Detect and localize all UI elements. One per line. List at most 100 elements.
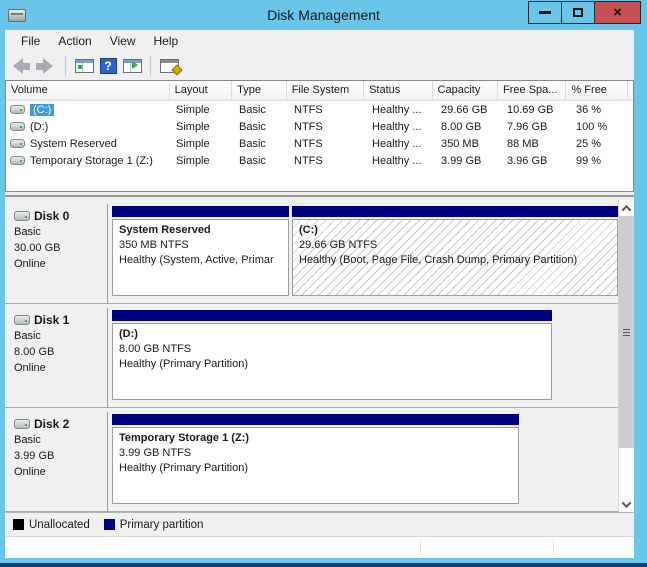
partition-size: 29.66 GB NTFS xyxy=(299,238,617,253)
column-header-pct-free[interactable]: % Free xyxy=(566,81,628,100)
volume-type: Basic xyxy=(234,155,289,167)
legend-label-unallocated: Unallocated xyxy=(29,519,90,531)
legend-bar: Unallocated Primary partition xyxy=(5,512,634,536)
disk-management-window: Disk Management × File Action View Help xyxy=(0,0,647,567)
minimize-button[interactable] xyxy=(528,1,562,24)
disk-0-graphic: System Reserved 350 MB NTFS Healthy (Sys… xyxy=(108,204,618,303)
maximize-icon xyxy=(573,8,583,17)
chevron-down-icon xyxy=(622,498,632,508)
disk-type: Basic xyxy=(14,328,107,344)
volume-list-header: Volume Layout Type File System Status Ca… xyxy=(6,81,633,101)
scroll-up-button[interactable] xyxy=(619,200,634,216)
volume-file-system: NTFS xyxy=(289,155,367,167)
titlebar[interactable]: Disk Management × xyxy=(0,0,647,30)
partition-title: System Reserved xyxy=(119,223,288,238)
volume-layout: Simple xyxy=(171,121,234,133)
disk-icon xyxy=(14,419,30,429)
toolbar: ? xyxy=(5,52,634,80)
scroll-down-button[interactable] xyxy=(619,496,634,512)
menu-item-view[interactable]: View xyxy=(101,32,145,50)
back-icon xyxy=(13,58,23,74)
show-action-pane-button[interactable] xyxy=(120,55,144,77)
column-header-file-system[interactable]: File System xyxy=(287,81,364,100)
menu-item-action[interactable]: Action xyxy=(49,32,100,50)
volume-status: Healthy ... xyxy=(367,104,436,116)
close-button[interactable]: × xyxy=(594,1,641,24)
volume-row-c[interactable]: (C:) Simple Basic NTFS Healthy ... 29.66… xyxy=(6,101,633,118)
volume-name: (D:) xyxy=(30,121,48,133)
back-button[interactable] xyxy=(13,58,30,74)
volume-row-system-reserved[interactable]: System Reserved Simple Basic NTFS Health… xyxy=(6,135,633,152)
forward-icon-shaft xyxy=(36,63,43,70)
disk-type: Basic xyxy=(14,432,107,448)
column-header-type[interactable]: Type xyxy=(232,81,287,100)
disk-row-1: Disk 1 Basic 8.00 GB Online (D:) 8.00 GB… xyxy=(5,304,618,408)
disk-capacity: 8.00 GB xyxy=(14,344,107,360)
volume-pct-free: 36 % xyxy=(571,104,633,116)
column-header-capacity[interactable]: Capacity xyxy=(433,81,498,100)
back-icon-shaft xyxy=(23,63,30,70)
volume-type: Basic xyxy=(234,104,289,116)
partition-c[interactable]: (C:) 29.66 GB NTFS Healthy (Boot, Page F… xyxy=(292,206,618,296)
volume-row-temporary-storage[interactable]: Temporary Storage 1 (Z:) Simple Basic NT… xyxy=(6,152,633,169)
disk-2-graphic: Temporary Storage 1 (Z:) 3.99 GB NTFS He… xyxy=(108,412,618,511)
status-bar xyxy=(5,536,634,558)
partition-title: (D:) xyxy=(119,327,551,342)
disk-0-label[interactable]: Disk 0 Basic 30.00 GB Online xyxy=(8,204,108,303)
volume-capacity: 3.99 GB xyxy=(436,155,502,167)
console-options-button[interactable] xyxy=(157,55,181,77)
disk-1-graphic: (D:) 8.00 GB NTFS Healthy (Primary Parti… xyxy=(108,308,618,407)
unallocated-swatch xyxy=(13,519,24,530)
disk-2-label[interactable]: Disk 2 Basic 3.99 GB Online xyxy=(8,412,108,511)
column-header-volume[interactable]: Volume xyxy=(6,81,170,100)
disk-type: Basic xyxy=(14,224,107,240)
primary-partition-strip xyxy=(112,414,519,425)
partition-health: Healthy (System, Active, Primar xyxy=(119,253,288,268)
disk-name: Disk 2 xyxy=(34,416,69,432)
graphical-view: Disk 0 Basic 30.00 GB Online System Rese… xyxy=(5,200,634,512)
disk-status: Online xyxy=(14,464,107,480)
volume-icon xyxy=(10,105,25,114)
menu-item-help[interactable]: Help xyxy=(145,32,188,50)
primary-partition-strip xyxy=(292,206,618,217)
partition-system-reserved[interactable]: System Reserved 350 MB NTFS Healthy (Sys… xyxy=(112,206,289,296)
column-header-status[interactable]: Status xyxy=(364,81,432,100)
column-header-free-space[interactable]: Free Spa... xyxy=(498,81,566,100)
status-bar-separator xyxy=(553,540,554,555)
window-controls: × xyxy=(529,1,641,24)
toolbar-separator xyxy=(150,56,151,76)
volume-name: (C:) xyxy=(30,104,54,116)
console-options-icon xyxy=(160,59,179,73)
help-button[interactable]: ? xyxy=(96,55,120,77)
window-content: File Action View Help ? xyxy=(5,30,634,558)
disk-row-0: Disk 0 Basic 30.00 GB Online System Rese… xyxy=(5,200,618,304)
volume-pct-free: 25 % xyxy=(571,138,633,150)
disk-name: Disk 0 xyxy=(34,208,69,224)
partition-z[interactable]: Temporary Storage 1 (Z:) 3.99 GB NTFS He… xyxy=(112,414,519,504)
vertical-scrollbar[interactable] xyxy=(618,200,634,512)
scrollbar-thumb[interactable] xyxy=(619,216,634,448)
partition-health: Healthy (Primary Partition) xyxy=(119,461,518,476)
primary-partition-swatch xyxy=(104,519,115,530)
menu-item-file[interactable]: File xyxy=(12,32,49,50)
partition-size: 8.00 GB NTFS xyxy=(119,342,551,357)
forward-button[interactable] xyxy=(36,58,53,74)
partition-d[interactable]: (D:) 8.00 GB NTFS Healthy (Primary Parti… xyxy=(112,310,552,400)
volume-layout: Simple xyxy=(171,104,234,116)
maximize-button[interactable] xyxy=(561,1,595,24)
show-console-tree-button[interactable] xyxy=(72,55,96,77)
volume-file-system: NTFS xyxy=(289,138,367,150)
volume-row-d[interactable]: (D:) Simple Basic NTFS Healthy ... 8.00 … xyxy=(6,118,633,135)
status-bar-separator xyxy=(420,540,421,555)
volume-capacity: 8.00 GB xyxy=(436,121,502,133)
primary-partition-strip xyxy=(112,206,289,217)
column-header-layout[interactable]: Layout xyxy=(170,81,233,100)
disk-1-label[interactable]: Disk 1 Basic 8.00 GB Online xyxy=(8,308,108,407)
scrollbar-track[interactable] xyxy=(619,448,634,496)
minimize-icon xyxy=(539,11,551,14)
volume-name: Temporary Storage 1 (Z:) xyxy=(30,155,153,167)
volume-icon xyxy=(10,156,25,165)
pane-splitter[interactable] xyxy=(5,192,634,200)
legend-label-primary-partition: Primary partition xyxy=(120,519,204,531)
chevron-up-icon xyxy=(622,204,632,214)
